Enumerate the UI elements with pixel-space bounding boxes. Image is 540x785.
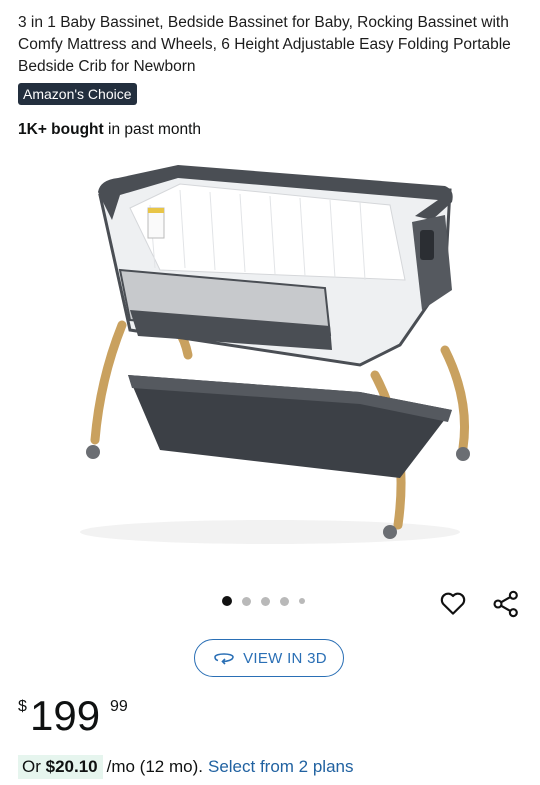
bought-suffix: in past month — [103, 121, 202, 138]
bought-in-past-month: 1K+ bought in past month — [18, 121, 201, 139]
image-pagination-dots — [222, 596, 305, 606]
price-currency: $ — [18, 698, 27, 715]
price-whole: 199 — [30, 692, 101, 739]
monthly-highlight: Or $20.10 — [18, 755, 103, 779]
pagination-dot[interactable] — [261, 596, 270, 606]
wishlist-button[interactable] — [438, 588, 468, 618]
monthly-payment-offer: Or $20.10 /mo (12 mo). Select from 2 pla… — [18, 755, 354, 779]
monthly-terms: /mo (12 mo). — [106, 757, 203, 776]
product-title: 3 in 1 Baby Bassinet, Bedside Bassinet f… — [18, 14, 511, 75]
heart-icon — [440, 592, 466, 615]
pagination-dot[interactable] — [222, 596, 232, 606]
amazons-choice-badge[interactable]: Amazon's Choice — [18, 83, 137, 105]
badge-label: Amazon's Choice — [23, 86, 132, 102]
rotate-3d-icon — [214, 653, 234, 665]
view-in-3d-button[interactable]: VIEW IN 3D — [194, 639, 344, 677]
price-fraction: 99 — [110, 698, 128, 715]
select-plans-link[interactable]: Select from 2 plans — [208, 755, 354, 779]
monthly-amount: $20.10 — [45, 757, 98, 776]
share-button[interactable] — [490, 588, 522, 620]
monthly-prefix: Or — [22, 757, 41, 776]
pagination-dot[interactable] — [299, 598, 305, 604]
product-image[interactable] — [60, 160, 480, 560]
view-in-3d-label: VIEW IN 3D — [243, 649, 327, 667]
pagination-dot[interactable] — [242, 596, 251, 606]
bought-count: 1K+ bought — [18, 121, 104, 138]
pagination-dot[interactable] — [280, 596, 289, 606]
share-icon — [493, 590, 518, 618]
